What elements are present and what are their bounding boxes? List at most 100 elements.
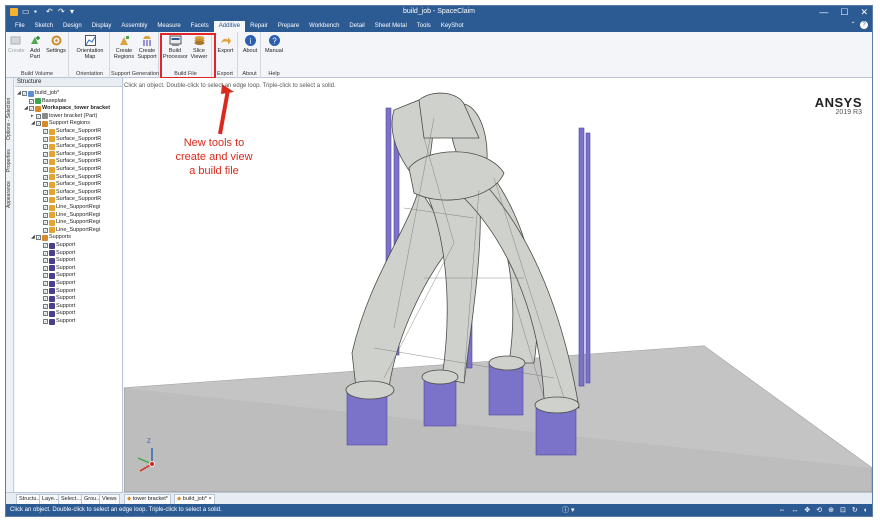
visibility-checkbox[interactable]: ✓ <box>43 258 48 264</box>
tree-row[interactable]: ▸ ✓ tower bracket (Part) <box>31 113 97 120</box>
tab-keyshot[interactable]: KeyShot <box>436 21 469 32</box>
tree-row[interactable]: ✓ Support <box>38 295 75 302</box>
visibility-checkbox[interactable]: ✓ <box>43 182 48 188</box>
visibility-checkbox[interactable]: ✓ <box>43 197 48 203</box>
tab-facets[interactable]: Facets <box>186 21 214 32</box>
tree-toggle-icon[interactable]: ◢ <box>31 120 35 127</box>
help-icon[interactable]: ? <box>860 21 868 29</box>
tree-row[interactable]: ✓ Surface_SupportR <box>38 174 101 181</box>
tree-row[interactable]: ✓ Line_SupportRegi <box>38 219 100 226</box>
export-button[interactable]: Export <box>215 34 236 54</box>
minimize-button[interactable]: — <box>819 7 828 17</box>
tab-display[interactable]: Display <box>87 21 117 32</box>
side-tab-options-selection[interactable]: Options - Selection <box>6 80 14 140</box>
visibility-checkbox[interactable]: ✓ <box>43 174 48 180</box>
orientation-map-button[interactable]: Orientation Map <box>74 34 106 60</box>
tree-row[interactable]: ✓ Support <box>38 272 75 279</box>
visibility-checkbox[interactable]: ✓ <box>29 106 34 112</box>
tab-assembly[interactable]: Assembly <box>116 21 152 32</box>
tree-row[interactable]: ✓ Surface_SupportR <box>38 143 101 150</box>
tree-row[interactable]: ◢ ✓ Workspace_tower bracket <box>24 105 110 112</box>
visibility-checkbox[interactable]: ✓ <box>43 273 48 279</box>
tab-design[interactable]: Design <box>58 21 87 32</box>
tree-row[interactable]: ◢ ✓ Supports <box>31 234 71 241</box>
visibility-checkbox[interactable]: ✓ <box>43 167 48 172</box>
tab-sketch[interactable]: Sketch <box>30 21 58 32</box>
visibility-checkbox[interactable]: ✓ <box>36 113 41 119</box>
tree-row[interactable]: ✓ Support <box>38 280 75 287</box>
visibility-checkbox[interactable]: ✓ <box>43 281 48 286</box>
tree-row[interactable]: ✓ Surface_SupportR <box>38 166 101 173</box>
status-tool-spin-icon[interactable]: ↻ <box>852 504 858 516</box>
add-part-button[interactable]: Add Part <box>27 34 43 60</box>
tree-toggle-icon[interactable]: ◢ <box>24 105 28 112</box>
visibility-checkbox[interactable]: ✓ <box>43 303 48 309</box>
visibility-checkbox[interactable]: ✓ <box>43 205 48 210</box>
status-tool-zoom-icon[interactable]: ⊕ <box>828 504 834 516</box>
manual-button[interactable]: ? Manual <box>264 34 284 54</box>
tree-row[interactable]: ✓ Surface_SupportR <box>38 158 101 165</box>
tree-row[interactable]: ✓ Support <box>38 250 75 257</box>
visibility-checkbox[interactable]: ✓ <box>43 227 48 233</box>
visibility-checkbox[interactable]: ✓ <box>29 98 34 104</box>
visibility-checkbox[interactable]: ✓ <box>36 121 41 127</box>
tree-row[interactable]: ✓ Support <box>38 303 75 310</box>
tree-row[interactable]: ✓ Support <box>38 310 75 317</box>
status-info-icon[interactable]: ⓘ ▾ <box>562 504 574 516</box>
tree-row[interactable]: ✓ Surface_SupportR <box>38 181 101 188</box>
tree-row[interactable]: ✓ Line_SupportRegi <box>38 227 100 234</box>
tree-row[interactable]: ◢ ✓ Support Regions <box>31 120 90 127</box>
visibility-checkbox[interactable]: ✓ <box>22 91 27 96</box>
tree-row[interactable]: ✓ Support <box>38 257 75 264</box>
create-regions-button[interactable]: Create Regions <box>113 34 135 60</box>
side-tab-appearance[interactable]: Appearance <box>6 174 14 208</box>
tab-prepare[interactable]: Prepare <box>273 21 304 32</box>
tab-additive[interactable]: Additive <box>213 21 246 32</box>
tree-toggle-icon[interactable]: ◢ <box>17 90 21 97</box>
tree-row[interactable]: ✓ Support <box>38 242 75 249</box>
maximize-button[interactable]: ☐ <box>840 7 848 17</box>
side-tab-properties[interactable]: Properties <box>6 142 14 172</box>
about-button[interactable]: i About <box>241 34 259 54</box>
tree-row[interactable]: ✓ Support <box>38 265 75 272</box>
tab-tools[interactable]: Tools <box>412 21 436 32</box>
visibility-checkbox[interactable]: ✓ <box>43 144 48 150</box>
visibility-checkbox[interactable]: ✓ <box>36 235 41 241</box>
visibility-checkbox[interactable]: ✓ <box>43 129 48 134</box>
visibility-checkbox[interactable]: ✓ <box>43 319 48 324</box>
collapse-ribbon-icon[interactable]: ⌃ <box>849 21 857 29</box>
tree-row[interactable]: ◢ ✓ build_job* <box>17 90 59 97</box>
tree-row[interactable]: ✓ Baseplate <box>24 98 66 105</box>
visibility-checkbox[interactable]: ✓ <box>43 212 48 218</box>
status-tool-fit-icon[interactable]: ⊡ <box>840 504 846 516</box>
tree-row[interactable]: ✓ Surface_SupportR <box>38 151 101 158</box>
tree-row[interactable]: ✓ Support <box>38 318 75 325</box>
settings-button[interactable]: Settings <box>46 34 66 54</box>
visibility-checkbox[interactable]: ✓ <box>43 311 48 317</box>
tree-row[interactable]: ✓ Surface_SupportR <box>38 136 101 143</box>
status-tool-select-icon[interactable]: ⇔ <box>778 504 785 516</box>
tree-row[interactable]: ✓ Surface_SupportR <box>38 189 101 196</box>
visibility-checkbox[interactable]: ✓ <box>43 243 48 248</box>
tab-detail[interactable]: Detail <box>344 21 369 32</box>
tab-measure[interactable]: Measure <box>152 21 185 32</box>
tree-row[interactable]: ✓ Line_SupportRegi <box>38 212 100 219</box>
create-button[interactable]: Create <box>8 34 25 54</box>
tab-repair[interactable]: Repair <box>245 21 273 32</box>
create-support-button[interactable]: Create Support <box>136 34 158 60</box>
visibility-checkbox[interactable]: ✓ <box>43 250 48 256</box>
tower-bracket-part[interactable] <box>345 92 580 414</box>
visibility-checkbox[interactable]: ✓ <box>43 136 48 142</box>
tab-sheet-metal[interactable]: Sheet Metal <box>370 21 412 32</box>
tree-row[interactable]: ✓ Support <box>38 288 75 295</box>
tree-row[interactable]: ✓ Line_SupportRegi <box>38 204 100 211</box>
status-tool-move-icon[interactable]: ✥ <box>804 504 810 516</box>
visibility-checkbox[interactable]: ✓ <box>43 288 48 294</box>
visibility-checkbox[interactable]: ✓ <box>43 265 48 271</box>
3d-viewport[interactable]: Z ANSYS 2019 R3 New tools to create and … <box>124 78 872 492</box>
status-tool-pan-icon[interactable]: ↔ <box>791 504 798 516</box>
visibility-checkbox[interactable]: ✓ <box>43 151 48 157</box>
tree-row[interactable]: ✓ Surface_SupportR <box>38 128 101 135</box>
visibility-checkbox[interactable]: ✓ <box>43 159 48 165</box>
visibility-checkbox[interactable]: ✓ <box>43 189 48 195</box>
